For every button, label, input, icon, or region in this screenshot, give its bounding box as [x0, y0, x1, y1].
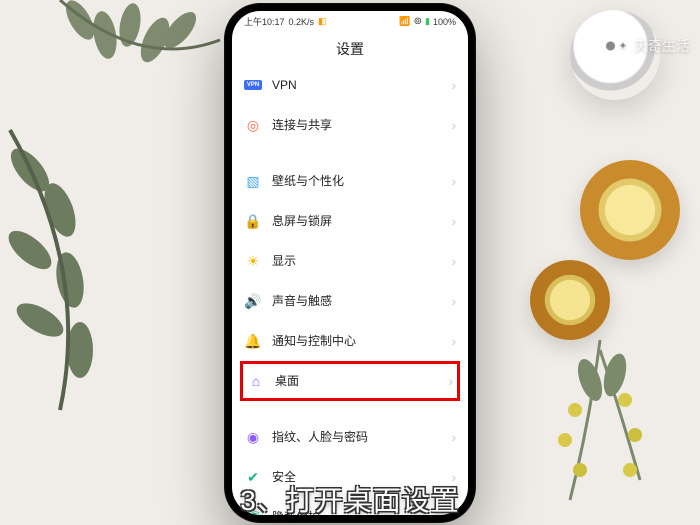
chevron-right-icon: ›: [451, 77, 456, 93]
settings-row-sound[interactable]: 🔊 声音与触感 ›: [244, 281, 456, 321]
wallpaper-label: 壁纸与个性化: [272, 172, 441, 189]
wifi-icon: ⊚: [414, 16, 422, 27]
sound-label: 声音与触感: [272, 292, 441, 309]
decorative-citrus-small: [530, 260, 610, 340]
signal-icon: 📶: [399, 16, 410, 27]
lock-label: 息屏与锁屏: [272, 212, 441, 229]
lock-icon: 🔒: [244, 212, 262, 230]
settings-list[interactable]: VPN VPN › ◎ 连接与共享 › ▧ 壁纸与个性化 › 🔒 息屏与锁屏 › ☀ 显示 › 🔊 声音与触感 ›…: [232, 65, 468, 515]
chevron-right-icon: ›: [448, 373, 453, 389]
desktop-icon: ⌂: [247, 372, 265, 390]
chevron-right-icon: ›: [451, 117, 456, 133]
phone-frame: 上午10:17 0.2K/s ◧ 📶 ⊚ ▮ 100% 设置 VPN VPN › ◎ 连…: [224, 3, 476, 523]
settings-row-vpn[interactable]: VPN VPN ›: [244, 65, 456, 105]
wallpaper-icon: ▧: [244, 172, 262, 190]
chevron-right-icon: ›: [451, 213, 456, 229]
share-icon: ◎: [244, 116, 262, 134]
sound-icon: 🔊: [244, 292, 262, 310]
tutorial-caption: 3、打开桌面设置: [0, 479, 700, 519]
decorative-leaves-left: [0, 120, 170, 420]
settings-row-share[interactable]: ◎ 连接与共享 ›: [244, 105, 456, 145]
battery-icon: ▮: [425, 16, 430, 27]
watermark-text: 天奇生活: [634, 36, 690, 56]
status-battery: 100%: [433, 17, 456, 27]
group-gap: [244, 401, 456, 417]
decorative-leaves-top: [50, 0, 230, 130]
group-gap: [244, 145, 456, 161]
display-icon: ☀: [244, 252, 262, 270]
settings-row-biometric[interactable]: ◉ 指纹、人脸与密码 ›: [244, 417, 456, 457]
page-title: 设置: [232, 33, 468, 65]
status-bar: 上午10:17 0.2K/s ◧ 📶 ⊚ ▮ 100%: [232, 11, 468, 33]
desktop-label: 桌面: [275, 372, 438, 389]
settings-row-desktop[interactable]: ⌂ 桌面 ›: [240, 361, 460, 401]
settings-row-wallpaper[interactable]: ▧ 壁纸与个性化 ›: [244, 161, 456, 201]
settings-row-notif[interactable]: 🔔 通知与控制中心 ›: [244, 321, 456, 361]
decorative-citrus-large: [580, 160, 680, 260]
notif-icon: 🔔: [244, 332, 262, 350]
status-netspeed: 0.2K/s: [289, 17, 315, 27]
chevron-right-icon: ›: [451, 253, 456, 269]
settings-row-lock[interactable]: 🔒 息屏与锁屏 ›: [244, 201, 456, 241]
phone-screen: 上午10:17 0.2K/s ◧ 📶 ⊚ ▮ 100% 设置 VPN VPN › ◎ 连…: [232, 11, 468, 515]
biometric-label: 指纹、人脸与密码: [272, 428, 441, 445]
chevron-right-icon: ›: [451, 333, 456, 349]
chevron-right-icon: ›: [451, 293, 456, 309]
biometric-icon: ◉: [244, 428, 262, 446]
chevron-right-icon: ›: [451, 429, 456, 445]
vpn-label: VPN: [272, 78, 441, 92]
watermark-icon: ✦: [616, 39, 630, 53]
share-label: 连接与共享: [272, 116, 441, 133]
settings-row-display[interactable]: ☀ 显示 ›: [244, 241, 456, 281]
status-time: 上午10:17: [244, 15, 285, 28]
watermark: ✦ 天奇生活: [616, 36, 690, 56]
notif-label: 通知与控制中心: [272, 332, 441, 349]
display-label: 显示: [272, 252, 441, 269]
vpn-icon: VPN: [244, 76, 262, 94]
status-app-icon: ◧: [318, 16, 327, 27]
chevron-right-icon: ›: [451, 173, 456, 189]
title-text: 设置: [336, 39, 364, 59]
